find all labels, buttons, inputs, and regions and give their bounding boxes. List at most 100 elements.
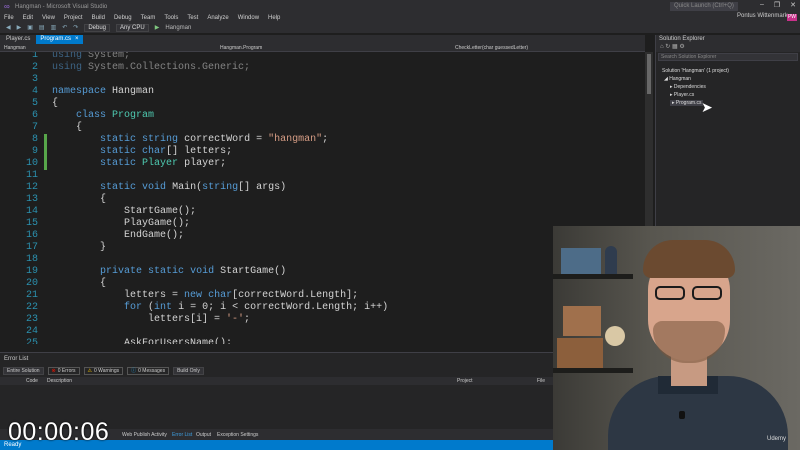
close-button[interactable]: ✕	[790, 1, 796, 9]
mouse-cursor-icon: ➤	[701, 99, 713, 115]
code-line[interactable]: 12 static void Main(string[] args)	[0, 182, 645, 194]
messages-filter[interactable]: ⓘ 0 Messages	[127, 367, 170, 375]
minimize-button[interactable]: –	[760, 1, 764, 9]
code-line[interactable]: 24	[0, 326, 645, 338]
code-line[interactable]: 20 {	[0, 278, 645, 290]
configuration-dropdown[interactable]: Debug	[84, 23, 111, 32]
code-line[interactable]: 17 }	[0, 242, 645, 254]
code-line[interactable]: 21 letters = new char[correctWord.Length…	[0, 290, 645, 302]
menu-analyze[interactable]: Analyze	[207, 15, 228, 21]
program-cs-node[interactable]: ▸ Program.cs	[670, 100, 704, 106]
code-line[interactable]: 22 for (int i = 0; i < correctWord.Lengt…	[0, 302, 645, 314]
line-number: 14	[25, 206, 38, 217]
forward-icon[interactable]: ▶	[17, 24, 22, 31]
menu-help[interactable]: Help	[268, 15, 280, 21]
code-line[interactable]: 23 letters[i] = '-';	[0, 314, 645, 326]
project-dropdown[interactable]: Hangman	[4, 45, 26, 51]
column-description[interactable]: Description	[47, 378, 72, 384]
maximize-button[interactable]: ❐	[774, 1, 780, 9]
tab-player-cs[interactable]: Player.cs	[2, 35, 34, 44]
column-project[interactable]: Project	[457, 378, 473, 384]
code-line[interactable]: 8 static string correctWord = "hangman";	[0, 134, 645, 146]
run-target-button[interactable]: Hangman	[165, 25, 191, 31]
run-icon[interactable]: ▶	[155, 24, 160, 31]
tab-program-cs[interactable]: Program.cs ×	[36, 35, 83, 44]
udemy-watermark: Udemy	[767, 436, 787, 442]
menu-file[interactable]: File	[4, 15, 14, 21]
code-line[interactable]: 10 static Player player;	[0, 158, 645, 170]
line-number: 24	[25, 326, 38, 337]
tab-output[interactable]: Output	[196, 432, 211, 438]
scrollbar-thumb[interactable]	[647, 54, 651, 94]
menu-view[interactable]: View	[42, 15, 55, 21]
code-text: using System;	[52, 52, 131, 61]
build-filter-dropdown[interactable]: Build Only	[173, 367, 204, 375]
column-file[interactable]: File	[537, 378, 545, 384]
messages-count: 0 Messages	[138, 368, 166, 374]
menu-window[interactable]: Window	[238, 15, 259, 21]
save-icon[interactable]: ▤	[39, 24, 45, 31]
platform-dropdown[interactable]: Any CPU	[116, 23, 149, 32]
line-number: 25	[25, 338, 38, 344]
solution-search-input[interactable]: Search Solution Explorer	[658, 53, 798, 61]
tab-web-publish-activity[interactable]: Web Publish Activity	[122, 432, 167, 438]
code-line[interactable]: 13 {	[0, 194, 645, 206]
tab-error-list[interactable]: Error List	[172, 432, 192, 438]
user-name[interactable]: Pontus Wittenmark	[737, 13, 788, 19]
code-text: AskForUsersName();	[52, 338, 233, 344]
undo-icon[interactable]: ↶	[62, 24, 67, 31]
menu-project[interactable]: Project	[64, 15, 83, 21]
person-hair	[643, 240, 735, 278]
new-project-icon[interactable]: ▣	[27, 24, 33, 31]
dependencies-label: Dependencies	[673, 84, 706, 90]
code-line[interactable]: 5{	[0, 98, 645, 110]
menu-team[interactable]: Team	[141, 15, 156, 21]
redo-icon[interactable]: ↷	[73, 24, 78, 31]
tab-exception-settings[interactable]: Exception Settings	[217, 432, 258, 438]
code-line[interactable]: 2 using System.Collections.Generic;	[0, 62, 645, 74]
code-text: letters = new char[correctWord.Length];	[52, 290, 359, 301]
warnings-filter[interactable]: ⚠ 0 Warnings	[83, 367, 124, 375]
project-node[interactable]: ◢ Hangman	[664, 76, 691, 82]
menu-edit[interactable]: Edit	[23, 15, 33, 21]
member-dropdown[interactable]: CheckLetter(char guessedLetter)	[455, 45, 528, 51]
player-cs-node[interactable]: ▸ Player.cs	[670, 92, 694, 98]
menu-test[interactable]: Test	[187, 15, 198, 21]
scope-dropdown[interactable]: Entire Solution	[3, 367, 44, 375]
dependencies-node[interactable]: ▸ Dependencies	[670, 84, 706, 90]
visual-studio-icon: ∞	[4, 1, 10, 11]
code-text: for (int i = 0; i < correctWord.Length; …	[124, 302, 389, 313]
code-line[interactable]: 6 class Program	[0, 110, 645, 122]
line-number: 17	[25, 242, 38, 253]
back-icon[interactable]: ◀	[6, 24, 11, 31]
code-line[interactable]: 25 AskForUsersName();	[0, 338, 645, 344]
code-editor[interactable]: 1 using System; 2 using System.Collections.…	[0, 52, 645, 344]
menu-tools[interactable]: Tools	[164, 15, 178, 21]
menu-build[interactable]: Build	[92, 15, 105, 21]
code-line[interactable]: 15 PlayGame();	[0, 218, 645, 230]
code-line[interactable]: 9 static char[] letters;	[0, 146, 645, 158]
avatar[interactable]: PW	[787, 14, 797, 21]
code-line[interactable]: 1 using System;	[0, 52, 645, 62]
code-line[interactable]: 19 private static void StartGame()	[0, 266, 645, 278]
code-line[interactable]: 11	[0, 170, 645, 182]
errors-filter[interactable]: ⊗ 0 Errors	[47, 367, 80, 375]
line-number: 4	[31, 86, 38, 97]
changed-line-marker	[44, 146, 47, 158]
menu-debug[interactable]: Debug	[114, 15, 132, 21]
code-line[interactable]: 14 StartGame();	[0, 206, 645, 218]
code-line[interactable]: 7 {	[0, 122, 645, 134]
solution-node[interactable]: Solution 'Hangman' (1 project)	[662, 68, 729, 74]
close-tab-icon[interactable]: ×	[75, 36, 79, 42]
code-line[interactable]: 4 namespace Hangman	[0, 86, 645, 98]
code-line[interactable]: 3	[0, 74, 645, 86]
code-line[interactable]: 18	[0, 254, 645, 266]
quick-launch-input[interactable]: Quick Launch (Ctrl+Q)	[670, 2, 738, 11]
column-code[interactable]: Code	[26, 378, 38, 384]
code-text: static void Main(string[] args)	[100, 182, 287, 193]
class-dropdown[interactable]: Hangman.Program	[220, 45, 262, 51]
code-line[interactable]: 16 EndGame();	[0, 230, 645, 242]
line-number: 13	[25, 194, 38, 205]
save-all-icon[interactable]: ▥	[51, 24, 57, 31]
tab-label: Program.cs	[40, 36, 72, 42]
